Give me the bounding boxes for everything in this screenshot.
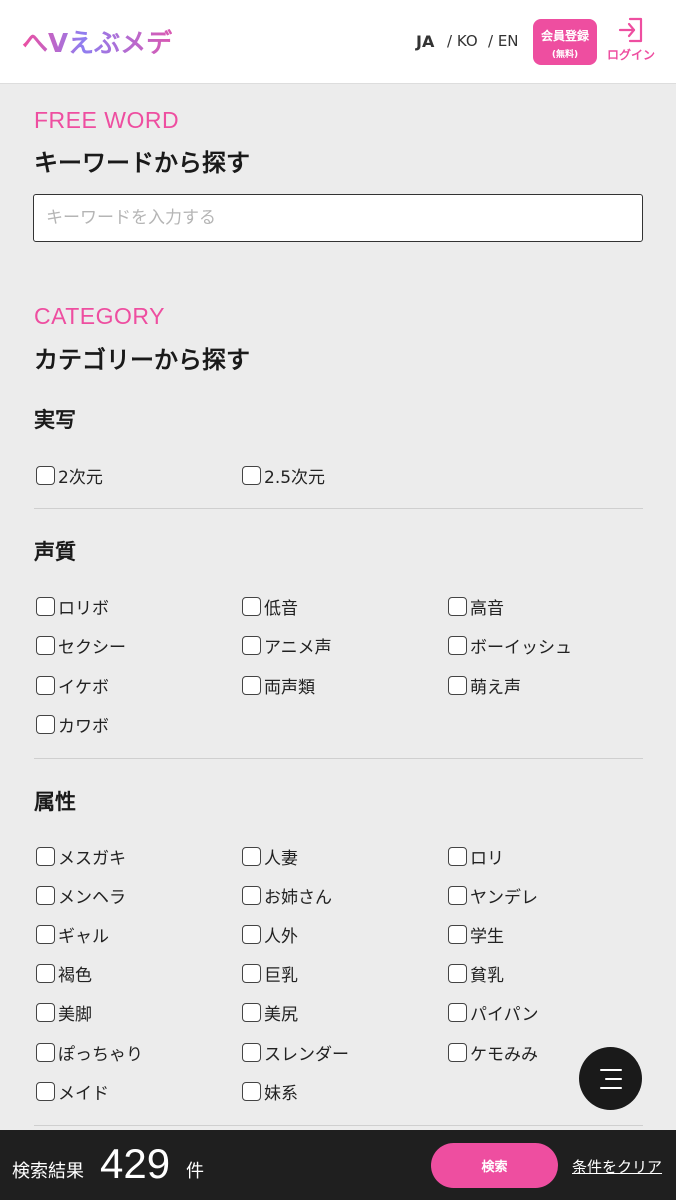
option-checkbox[interactable]: 低音 [242,594,298,619]
option-checkbox[interactable]: ロリ [448,844,504,869]
checkbox[interactable] [36,1043,55,1062]
checkbox[interactable] [242,597,261,616]
checkbox[interactable] [36,847,55,866]
checkbox[interactable] [36,925,55,944]
checkbox[interactable] [36,466,55,485]
divider [34,1125,643,1126]
option-checkbox[interactable]: 貧乳 [448,961,504,986]
divider [34,758,643,759]
group-title-attributes: 属性 [34,790,76,814]
option-checkbox[interactable]: ロリボ [36,594,109,619]
lang-en-link[interactable]: / EN [488,32,519,50]
search-footer-bar: 検索結果 429 件 検索 条件をクリア [0,1130,676,1200]
group-title-voice: 声質 [34,540,76,564]
option-checkbox[interactable]: 学生 [448,922,504,947]
option-checkbox[interactable]: パイパン [448,1000,539,1025]
group-title-live-action: 実写 [34,408,76,432]
lang-ko-link[interactable]: / KO [447,32,478,50]
category-title: カテゴリーから探す [34,346,250,374]
hamburger-menu-icon [600,1069,622,1089]
option-checkbox[interactable]: 美尻 [242,1000,298,1025]
option-checkbox[interactable]: ぽっちゃり [36,1040,143,1065]
checkbox[interactable] [448,1003,467,1022]
result-label: 検索結果 [12,1161,84,1182]
result-unit: 件 [186,1161,204,1182]
option-checkbox[interactable]: スレンダー [242,1040,349,1065]
option-checkbox[interactable]: 人妻 [242,844,298,869]
checkbox[interactable] [36,715,55,734]
site-header: へVえぶメディ JA / KO / EN 会員登録 (無料) ログイン [0,0,676,84]
checkbox[interactable] [36,1082,55,1101]
lang-ja-link[interactable]: JA [416,32,434,51]
option-checkbox[interactable]: 2.5次元 [242,463,325,488]
free-word-eyebrow: FREE WORD [34,107,180,133]
option-checkbox[interactable]: ケモみみ [448,1040,538,1065]
login-label: ログイン [606,48,655,62]
keyword-input[interactable] [33,194,643,242]
checkbox[interactable] [242,466,261,485]
checkbox[interactable] [242,636,261,655]
option-checkbox[interactable]: 妹系 [242,1079,298,1104]
option-checkbox[interactable]: メイド [36,1079,109,1104]
signup-label: 会員登録 [540,29,589,43]
option-checkbox[interactable]: お姉さん [242,883,332,908]
option-checkbox[interactable]: ヤンデレ [448,883,538,908]
clear-conditions-link[interactable]: 条件をクリア [572,1156,662,1177]
menu-button[interactable] [579,1047,642,1110]
option-checkbox[interactable]: 2次元 [36,463,103,488]
search-button[interactable]: 検索 [431,1143,558,1188]
login-icon [618,17,643,43]
checkbox[interactable] [36,886,55,905]
checkbox[interactable] [242,676,261,695]
option-checkbox[interactable]: 人外 [242,922,298,947]
signup-button[interactable]: 会員登録 (無料) [533,19,597,65]
option-checkbox[interactable]: ギャル [36,922,109,947]
category-eyebrow: CATEGORY [34,303,165,329]
divider [34,508,643,509]
option-checkbox[interactable]: 高音 [448,594,504,619]
signup-free-label: (無料) [551,50,579,60]
option-checkbox[interactable]: 美脚 [36,1000,92,1025]
option-checkbox[interactable]: ボーイッシュ [448,633,572,658]
checkbox[interactable] [242,1043,261,1062]
option-checkbox[interactable]: メンヘラ [36,883,126,908]
checkbox[interactable] [242,1003,261,1022]
checkbox[interactable] [448,1043,467,1062]
result-count: 429 [100,1140,171,1187]
checkbox[interactable] [448,847,467,866]
option-checkbox[interactable]: 巨乳 [242,961,298,986]
option-checkbox[interactable]: セクシー [36,633,126,658]
option-checkbox[interactable]: メスガキ [36,844,126,869]
option-checkbox[interactable]: 両声類 [242,673,315,698]
option-checkbox[interactable]: 褐色 [36,961,92,986]
checkbox[interactable] [36,1003,55,1022]
svg-text:へVえぶメディ: へVえぶメディ [22,28,172,59]
checkbox[interactable] [242,964,261,983]
login-button[interactable]: ログイン [603,17,659,65]
checkbox[interactable] [448,886,467,905]
option-checkbox[interactable]: アニメ声 [242,633,332,658]
checkbox[interactable] [448,636,467,655]
checkbox[interactable] [36,636,55,655]
checkbox[interactable] [242,925,261,944]
checkbox[interactable] [448,925,467,944]
checkbox[interactable] [448,964,467,983]
option-checkbox[interactable]: イケボ [36,673,109,698]
option-checkbox[interactable]: 萌え声 [448,673,521,698]
checkbox[interactable] [242,847,261,866]
free-word-title: キーワードから探す [34,149,250,177]
option-checkbox[interactable]: カワボ [36,712,109,737]
site-logo[interactable]: へVえぶメディ [22,24,172,60]
checkbox[interactable] [36,597,55,616]
checkbox[interactable] [242,886,261,905]
checkbox[interactable] [448,597,467,616]
checkbox[interactable] [448,676,467,695]
checkbox[interactable] [242,1082,261,1101]
checkbox[interactable] [36,964,55,983]
checkbox[interactable] [36,676,55,695]
